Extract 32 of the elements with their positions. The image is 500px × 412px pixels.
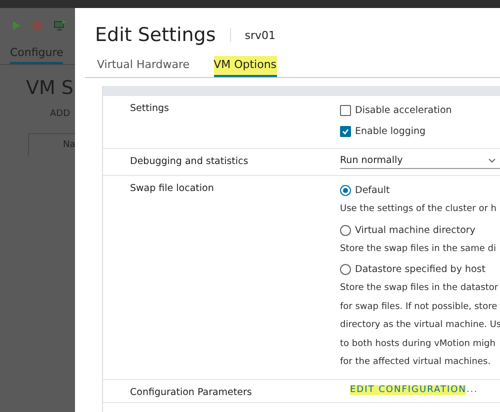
setting-label: Debugging and statistics <box>130 155 250 169</box>
checkbox-label: Disable acceleration <box>355 105 452 116</box>
checkbox-label: Enable logging <box>355 126 426 137</box>
description-text: Use the settings of the cluster or h <box>340 203 498 216</box>
vm-name: srv01 <box>244 28 276 42</box>
setting-label: Settings <box>130 102 170 116</box>
description-text: Store the swap files in the datastor <box>340 282 500 295</box>
tab[interactable]: Virtual Hardware <box>97 56 190 77</box>
chevron-icon <box>488 158 496 162</box>
radio-option[interactable]: Default <box>340 180 500 201</box>
radio-option[interactable]: Datastore specified by host <box>340 259 500 280</box>
description-text: for swap files. If not possible, store <box>340 300 498 314</box>
radio-label: Virtual machine directory <box>355 224 476 236</box>
radio-label: Datastore specified by host <box>355 264 486 275</box>
checkbox[interactable]: Disable acceleration <box>340 100 500 121</box>
setting-label: Swap file location <box>130 182 215 196</box>
description-text: Store the swap files in the same di <box>340 242 497 256</box>
checkbox-icon[interactable] <box>340 126 351 137</box>
dropdown[interactable]: Run normally <box>340 153 500 169</box>
checkbox[interactable]: Enable logging <box>340 121 500 142</box>
description-text: to both hosts during vMotion migh <box>340 338 496 350</box>
monitor-icon[interactable] <box>54 20 66 30</box>
radio-icon[interactable] <box>340 264 351 275</box>
description-text: for the affected virtual machines. <box>340 356 492 369</box>
radio-option[interactable]: Virtual machine directory <box>340 220 500 240</box>
setting-label: Configuration Parameters <box>130 386 253 400</box>
radio-icon[interactable] <box>340 224 351 236</box>
radio-label: Default <box>355 185 390 196</box>
page-heading: VM S <box>26 77 74 99</box>
radio-icon[interactable] <box>340 185 351 196</box>
dialog-title: Edit Settings <box>95 24 216 46</box>
checkbox-icon[interactable] <box>340 105 351 116</box>
